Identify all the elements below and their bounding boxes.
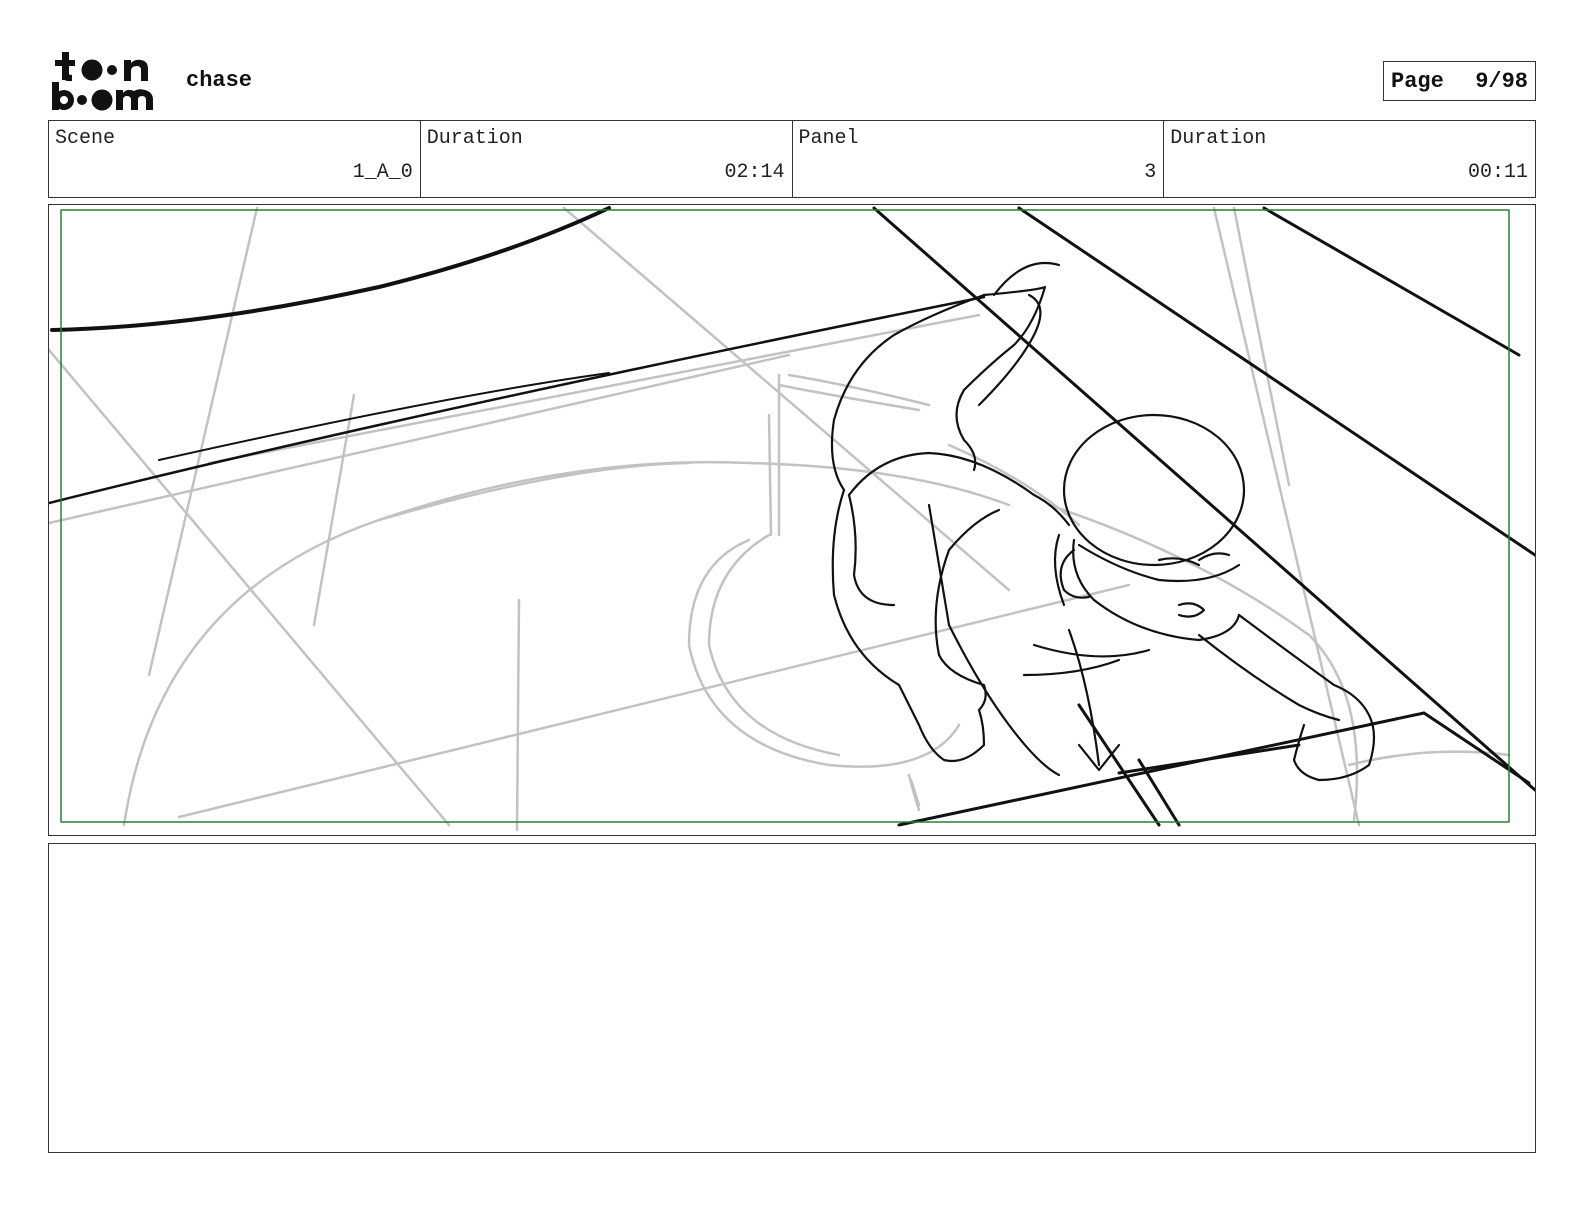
character-sketch (830, 261, 1376, 782)
sketch-construction-lines (49, 206, 1511, 832)
panel-duration-value: 00:11 (1467, 161, 1528, 184)
panel-label: Panel (798, 127, 859, 150)
scene-duration-label: Duration (426, 127, 523, 150)
scene-label: Scene (55, 127, 116, 150)
panel-duration-cell: Duration 00:11 (1164, 121, 1535, 197)
safe-frame-rect (60, 209, 1510, 823)
toonboom-logo-icon (50, 50, 166, 114)
page-label: Page (1391, 68, 1444, 94)
project-title: chase (186, 68, 253, 93)
panel-sketch (49, 206, 1535, 832)
page-indicator: Page 9/98 (1383, 61, 1536, 101)
page-number: 9/98 (1475, 68, 1528, 94)
scene-duration-value: 02:14 (724, 161, 785, 184)
scene-duration-cell: Duration 02:14 (421, 121, 793, 197)
panel-notes-area[interactable] (48, 843, 1536, 1153)
scene-value: 1_A_0 (352, 161, 413, 184)
sketch-main-lines (49, 206, 1535, 827)
scene-cell: Scene 1_A_0 (49, 121, 421, 197)
scene-info-row: Scene 1_A_0 Duration 02:14 Panel 3 Durat… (48, 120, 1536, 198)
panel-cell: Panel 3 (793, 121, 1165, 197)
panel-duration-label: Duration (1170, 127, 1267, 150)
storyboard-panel (48, 204, 1536, 836)
panel-value: 3 (1144, 161, 1157, 184)
